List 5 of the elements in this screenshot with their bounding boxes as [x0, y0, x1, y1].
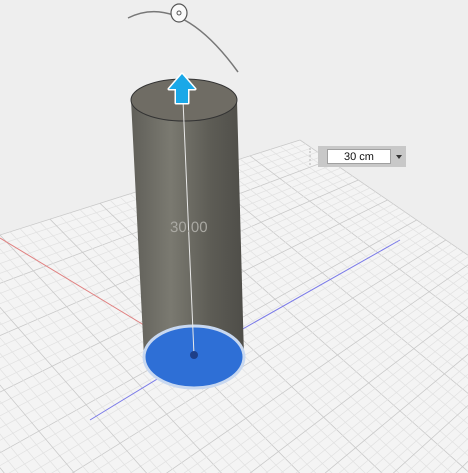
drag-grip-icon[interactable] — [309, 148, 313, 165]
extruded-cylinder-drawing[interactable] — [130, 72, 246, 390]
dropdown-caret-icon[interactable] — [396, 154, 402, 158]
rotation-handle-icon[interactable] — [170, 3, 188, 23]
distance-input[interactable]: 30 cm — [327, 149, 391, 164]
